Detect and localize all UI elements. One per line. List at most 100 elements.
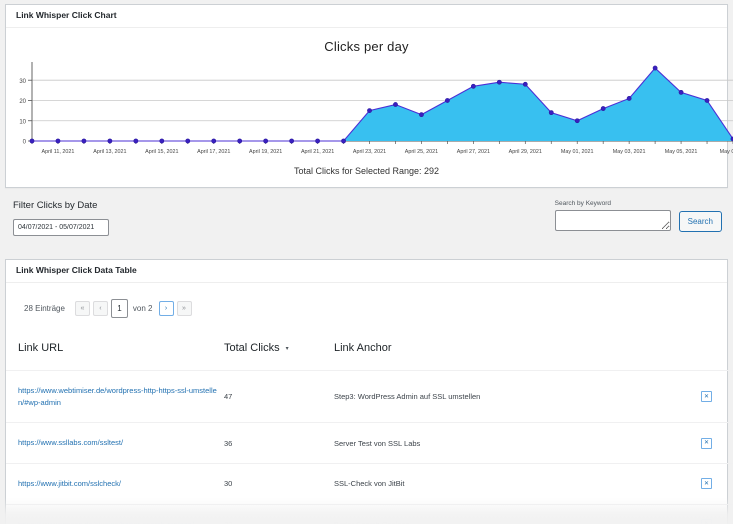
chart-data-point[interactable] <box>548 110 554 116</box>
chart-data-point[interactable] <box>600 106 606 112</box>
chart-data-point[interactable] <box>211 138 217 144</box>
table-row: https://www.ssllabs.com/ssltest/36 Server… <box>6 422 733 464</box>
x-axis-tick-label: April 19, 2021 <box>249 149 282 155</box>
x-axis-tick-label: April 21, 2021 <box>301 149 334 155</box>
column-header-link-anchor[interactable]: Link Anchor <box>334 328 694 371</box>
link-url-link[interactable]: https://www.ssllabs.com/ssltest/ <box>18 437 220 449</box>
chart-data-point[interactable] <box>704 98 710 103</box>
cell-link-anchor: Step3: WordPress Admin auf SSL umstellen <box>334 370 694 423</box>
delete-row-button[interactable]: ✕ <box>701 391 712 403</box>
click-data-table-panel: Link Whisper Click Data Table 28 Einträg… <box>5 259 733 524</box>
cell-total-clicks: 22 <box>224 503 334 524</box>
chart-data-point[interactable] <box>81 138 87 144</box>
pagination-current-page[interactable]: 1 <box>110 299 128 319</box>
table-row: https://www.wpress.de/plugins/better-sea… <box>6 503 733 524</box>
chart-data-point[interactable] <box>107 138 113 144</box>
chart-area-fill <box>32 68 733 142</box>
table-row: https://www.webtimiser.de/wordpress-http… <box>6 370 733 423</box>
x-axis-tick-label: April 13, 2021 <box>93 149 126 155</box>
pagination-last-button[interactable]: » <box>176 301 192 317</box>
cell-link-anchor: SSL-Check von JitBit <box>334 462 694 505</box>
x-axis-tick-label: April 25, 2021 <box>405 149 438 155</box>
cell-link-url: https://www.jitbit.com/sslcheck/ <box>6 462 224 505</box>
column-header-link-anchor-label: Link Anchor <box>334 342 392 355</box>
delete-row-button[interactable]: ✕ <box>701 478 712 490</box>
chart-data-point[interactable] <box>289 138 295 144</box>
pagination: 28 Einträge « ‹ 1 von 2 › » <box>6 283 727 328</box>
search-column: Search by Keyword <box>554 200 671 232</box>
column-header-total-clicks-label: Total Clicks <box>224 342 280 355</box>
clicks-per-day-chart[interactable]: 0 10 20 30 April 11, 2021 April 13, 2021 April… <box>6 56 733 161</box>
search-button[interactable]: Search <box>678 211 722 233</box>
pagination-prev-button[interactable]: ‹ <box>92 301 108 317</box>
chart-data-point[interactable] <box>522 81 528 87</box>
x-axis-tick-label: April 11, 2021 <box>42 149 75 155</box>
chart-title: Clicks per day <box>324 39 409 55</box>
delete-row-button[interactable]: ✕ <box>701 518 712 524</box>
pagination-first-button[interactable]: « <box>74 301 90 317</box>
chart-data-point[interactable] <box>393 102 398 107</box>
x-axis-tick-label: May 03, 2021 <box>613 149 646 155</box>
cell-link-anchor: Better Search Replace <box>334 503 694 524</box>
cell-delete: ✕ <box>694 370 733 423</box>
cell-total-clicks: 36 <box>224 422 334 464</box>
click-chart-panel: Link Whisper Click Chart Clicks per day … <box>5 4 733 189</box>
cell-delete: ✕ <box>694 462 733 505</box>
chart-svg: 0 10 20 30 April 11, 2021 April 13, 2021 April… <box>19 62 733 155</box>
click-chart-panel-title: Link Whisper Click Chart <box>6 5 727 29</box>
chart-data-point[interactable] <box>496 79 502 85</box>
pagination-total-pages: von 2 <box>132 304 153 314</box>
chart-data-point[interactable] <box>55 138 61 144</box>
cell-link-url: https://www.ssllabs.com/ssltest/ <box>6 422 224 464</box>
chart-data-point[interactable] <box>626 96 632 101</box>
link-url-link[interactable]: https://www.jitbit.com/sslcheck/ <box>18 478 220 490</box>
cell-delete: ✕ <box>694 422 733 464</box>
date-range-input[interactable] <box>13 219 109 237</box>
cell-link-url: https://www.wpress.de/plugins/better-sea… <box>6 503 224 524</box>
click-data-table: Link URL Total Clicks ▾ Link Anchor https… <box>6 328 733 524</box>
chart-data-point[interactable] <box>470 83 476 89</box>
link-url-link[interactable]: https://www.wpress.de/plugins/better-sea… <box>18 519 220 524</box>
x-axis-tick-label: May 01, 2021 <box>561 149 594 155</box>
chart-total-label: Total Clicks for Selected Range: 292 <box>293 166 440 177</box>
chart-data-point[interactable] <box>185 138 191 144</box>
chart-data-point[interactable] <box>315 138 320 144</box>
column-header-link-url[interactable]: Link URL <box>6 328 224 371</box>
filter-row: Filter Clicks by Date Search by Keyword … <box>5 198 728 250</box>
table-row: https://www.jitbit.com/sslcheck/30 SSL-Ch… <box>6 462 733 505</box>
sort-descending-icon[interactable]: ▾ <box>286 345 289 352</box>
chart-data-point[interactable] <box>367 108 372 114</box>
column-header-total-clicks[interactable]: Total Clicks ▾ <box>224 328 334 371</box>
chart-data-point[interactable] <box>29 138 35 144</box>
chart-data-point[interactable] <box>419 112 424 118</box>
chart-data-point[interactable] <box>263 138 269 144</box>
chart-data-point[interactable] <box>159 138 165 144</box>
pagination-next-button[interactable]: › <box>158 301 174 317</box>
chart-data-point[interactable] <box>445 98 450 103</box>
click-data-table-body: 28 Einträge « ‹ 1 von 2 › » Link URL Tot… <box>6 283 733 524</box>
chart-data-point[interactable] <box>574 118 580 124</box>
column-header-link-url-label: Link URL <box>18 342 64 355</box>
chart-data-point[interactable] <box>341 138 346 144</box>
x-axis-tick-label: May 07, 20 <box>720 149 733 155</box>
search-block: Search by Keyword Search <box>554 200 722 233</box>
column-header-delete <box>694 328 733 371</box>
delete-row-button[interactable]: ✕ <box>701 437 712 449</box>
chart-data-point[interactable] <box>652 65 658 71</box>
table-body: https://www.webtimiser.de/wordpress-http… <box>6 370 733 524</box>
page-root: Link Whisper Click Chart Clicks per day … <box>0 4 733 524</box>
chart-data-point[interactable] <box>237 138 243 144</box>
cell-total-clicks: 47 <box>224 370 334 423</box>
cell-link-url: https://www.webtimiser.de/wordpress-http… <box>6 370 224 423</box>
link-url-link[interactable]: https://www.webtimiser.de/wordpress-http… <box>18 385 220 408</box>
y-axis-tick-label: 10 <box>19 119 26 125</box>
chart-data-point[interactable] <box>678 90 684 95</box>
x-axis-tick-label: April 15, 2021 <box>145 149 178 155</box>
chart-data-point[interactable] <box>133 138 139 144</box>
x-axis-tick-label: April 29, 2021 <box>509 149 542 155</box>
search-keyword-input[interactable] <box>554 210 671 232</box>
click-chart-body: Clicks per day 0 10 20 30 April 11, 2021 Apri… <box>6 28 733 187</box>
x-axis-tick-label: April 27, 2021 <box>457 149 490 155</box>
cell-delete: ✕ <box>694 503 733 524</box>
x-axis-tick-label: April 23, 2021 <box>353 149 386 155</box>
